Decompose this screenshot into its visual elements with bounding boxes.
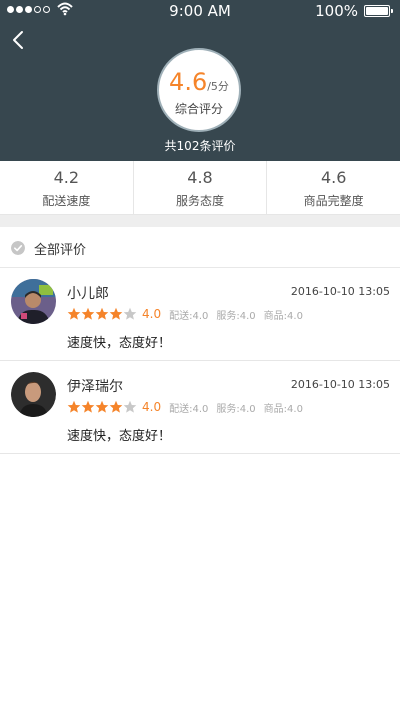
star-icon <box>109 307 123 320</box>
section-divider <box>0 215 400 227</box>
battery-icon <box>364 5 393 17</box>
section-title: 全部评价 <box>34 243 87 258</box>
delivery-score: 配送:4.0 <box>169 310 209 322</box>
avatar <box>11 372 56 417</box>
review-time: 2016-10-10 13:05 <box>290 378 390 391</box>
stat-label: 服务态度 <box>176 194 225 208</box>
stat-value: 4.6 <box>320 168 347 187</box>
reviewer-name: 伊泽瑞尔 <box>67 379 123 395</box>
star-icon <box>123 400 137 413</box>
goods-score: 商品:4.0 <box>263 310 303 322</box>
overall-score: 4.6 <box>169 68 208 96</box>
back-arrow-icon[interactable] <box>8 28 30 52</box>
stat-service-attitude: 4.8 服务态度 <box>134 161 268 214</box>
stat-label: 商品完整度 <box>303 194 364 208</box>
service-score: 服务:4.0 <box>216 403 256 415</box>
score-unit: /5分 <box>207 80 229 93</box>
review-text: 速度快，态度好！ <box>67 336 172 351</box>
stat-delivery-speed: 4.2 配送速度 <box>0 161 134 214</box>
rating-stats: 4.2 配送速度 4.8 服务态度 4.6 商品完整度 <box>0 161 400 215</box>
battery-percent: 100% <box>315 2 358 20</box>
review-time: 2016-10-10 13:05 <box>290 285 390 298</box>
star-icon <box>109 400 123 413</box>
all-reviews-filter[interactable]: 全部评价 <box>0 227 400 268</box>
star-icon <box>123 307 137 320</box>
status-bar: 9:00 AM 100% <box>0 0 400 22</box>
review-score: 4.0 <box>142 307 162 321</box>
stat-goods-integrity: 4.6 商品完整度 <box>267 161 400 214</box>
review-item: 小儿郎 2016-10-10 13:05 4.0 配送:4.0 服务:4.0 商… <box>0 268 400 361</box>
star-icon <box>67 307 81 320</box>
star-rating <box>67 400 137 414</box>
star-icon <box>81 307 95 320</box>
overall-score-circle: 4.6/5分 综合评分 <box>157 48 241 132</box>
star-icon <box>67 400 81 413</box>
overall-score-label: 综合评分 <box>174 102 223 116</box>
reviewer-name: 小儿郎 <box>67 286 109 302</box>
service-score: 服务:4.0 <box>216 310 256 322</box>
check-circle-icon <box>11 241 25 255</box>
review-score: 4.0 <box>142 400 162 414</box>
delivery-score: 配送:4.0 <box>169 403 209 415</box>
review-rating: 4.0 配送:4.0 服务:4.0 商品:4.0 <box>67 400 303 415</box>
review-rating: 4.0 配送:4.0 服务:4.0 商品:4.0 <box>67 307 303 322</box>
stat-value: 4.2 <box>53 168 80 187</box>
star-rating <box>67 307 137 321</box>
stat-value: 4.8 <box>187 168 213 187</box>
review-item: 伊泽瑞尔 2016-10-10 13:05 4.0 配送:4.0 服务:4.0 … <box>0 361 400 454</box>
avatar <box>11 279 56 324</box>
star-icon <box>95 400 109 413</box>
header: 9:00 AM 100% 4.6/5分 综合评分 共102条评价 <box>0 0 400 161</box>
review-text: 速度快，态度好！ <box>67 429 172 444</box>
star-icon <box>95 307 109 320</box>
stat-label: 配送速度 <box>42 194 91 208</box>
star-icon <box>81 400 95 413</box>
review-total-count: 共102条评价 <box>164 139 236 153</box>
goods-score: 商品:4.0 <box>263 403 303 415</box>
